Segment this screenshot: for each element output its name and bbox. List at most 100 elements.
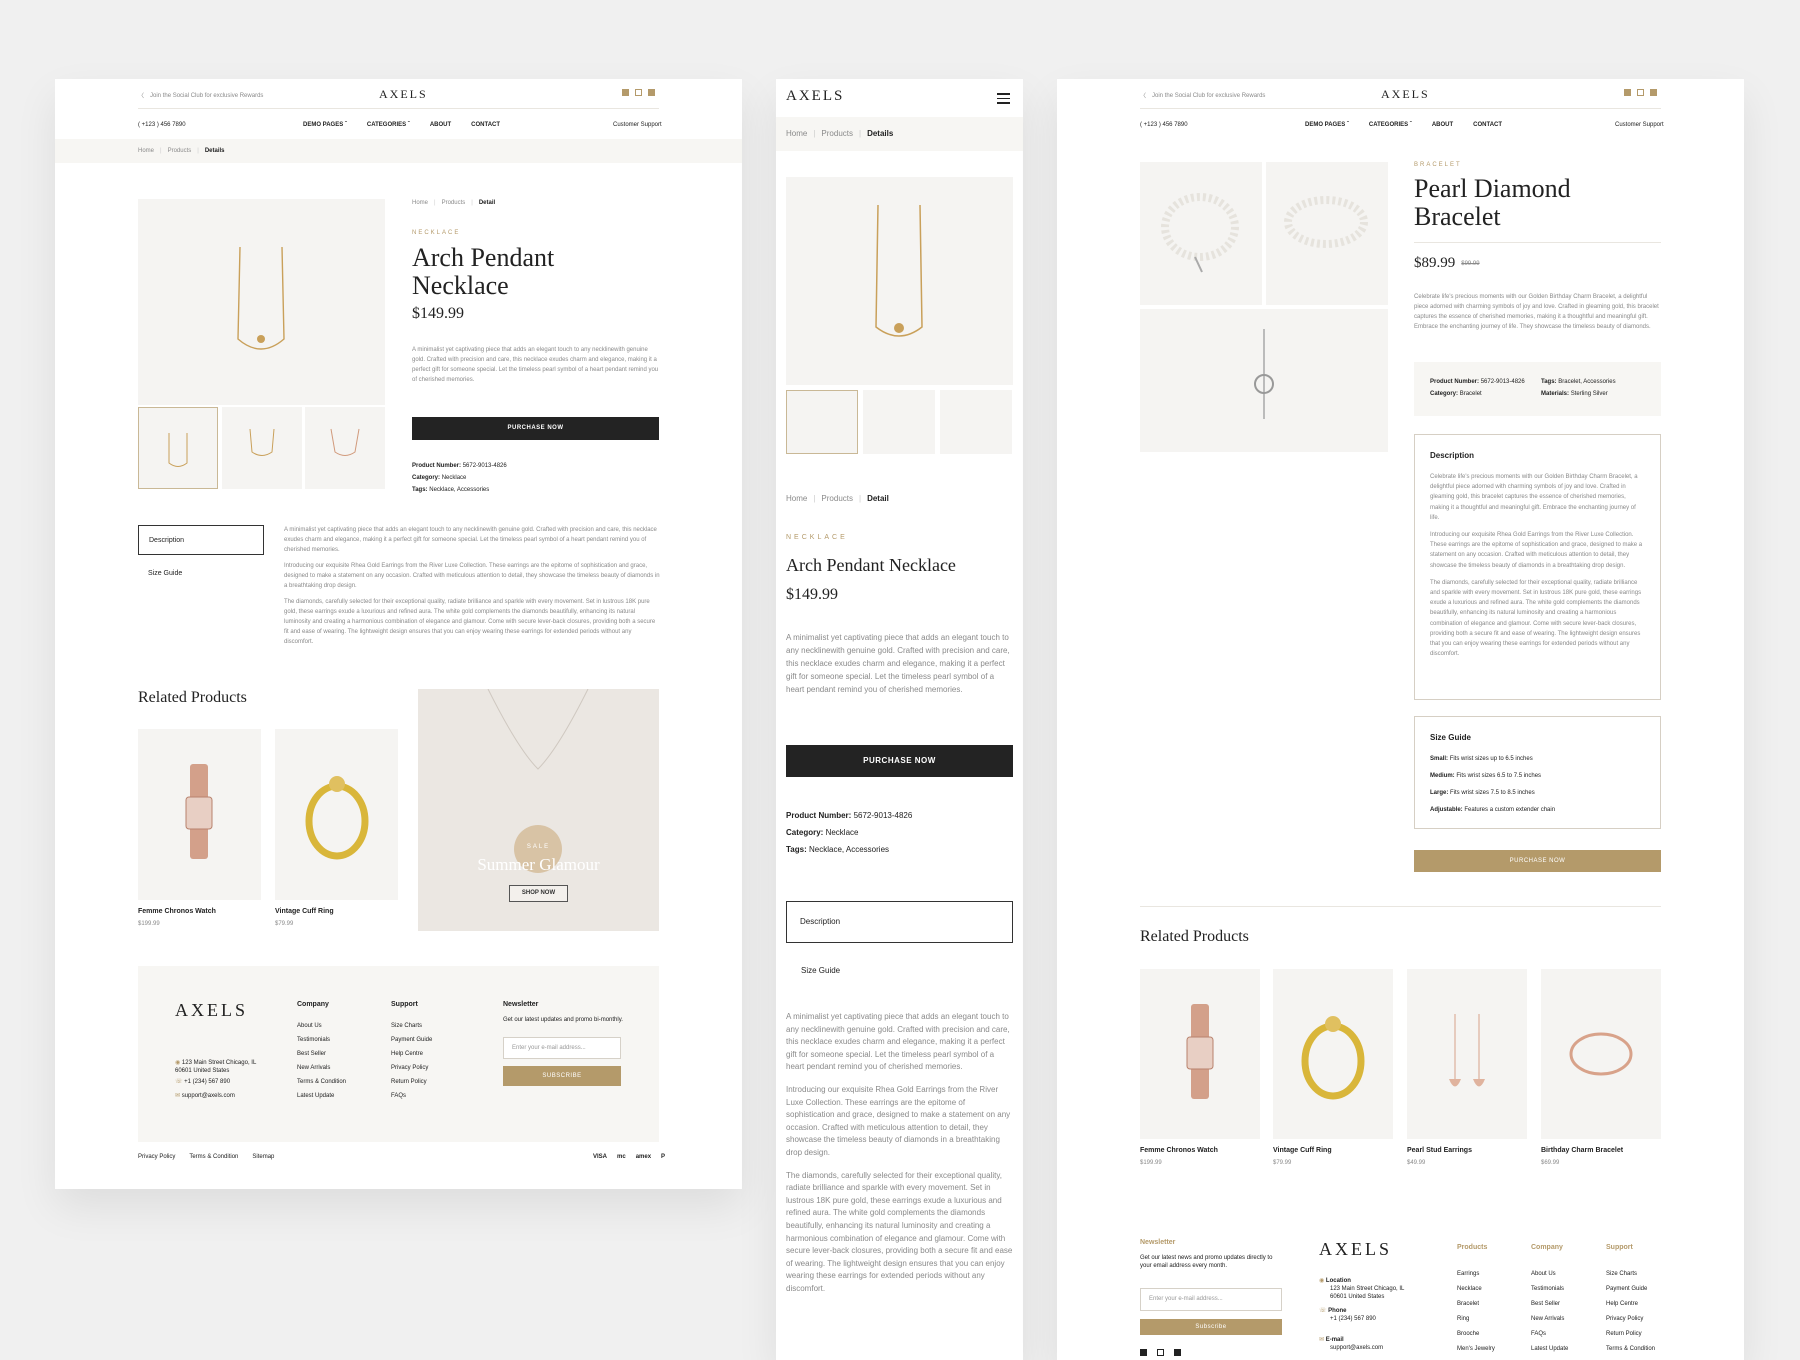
nav-categories[interactable]: CATEGORIES ˇ xyxy=(367,122,410,128)
footer-link[interactable]: Best Seller xyxy=(297,1047,346,1061)
footer-link[interactable]: FAQs xyxy=(391,1089,432,1103)
tab-size-guide[interactable]: Size Guide xyxy=(148,570,182,577)
gallery-image-2[interactable] xyxy=(1266,162,1388,305)
product-name[interactable]: Vintage Cuff Ring xyxy=(275,908,334,915)
footer-link[interactable]: Help Centre xyxy=(391,1047,432,1061)
sitemap-link[interactable]: Sitemap xyxy=(252,1154,274,1160)
facebook-icon[interactable] xyxy=(1650,89,1657,96)
footer-link[interactable]: New Arrivals xyxy=(297,1061,346,1075)
product-name[interactable]: Birthday Charm Bracelet xyxy=(1541,1147,1623,1154)
subscribe-button[interactable]: Subscribe xyxy=(1140,1319,1282,1335)
footer-link[interactable]: Ring xyxy=(1457,1312,1495,1327)
facebook-icon[interactable] xyxy=(1174,1349,1181,1356)
related-product-card[interactable] xyxy=(1407,969,1527,1139)
related-product-card[interactable] xyxy=(1273,969,1393,1139)
nav-contact[interactable]: CONTACT xyxy=(1473,122,1502,128)
instagram-icon[interactable] xyxy=(1637,89,1644,96)
promo-bar[interactable]: 〈 Join the Social Club for exclusive Rew… xyxy=(1140,91,1265,101)
product-name[interactable]: Femme Chronos Watch xyxy=(1140,1147,1218,1154)
tab-size-guide[interactable]: Size Guide xyxy=(801,966,840,975)
footer-link[interactable]: Testimonials xyxy=(297,1033,346,1047)
footer-link[interactable]: Best Seller xyxy=(1531,1297,1568,1312)
footer-link[interactable]: New Arrivals xyxy=(1531,1312,1568,1327)
nav-categories[interactable]: CATEGORIES ˇ xyxy=(1369,122,1412,128)
main-product-image[interactable] xyxy=(786,177,1013,385)
instagram-icon[interactable] xyxy=(635,89,642,96)
thumbnail-2[interactable] xyxy=(222,407,302,489)
footer-link[interactable]: Help Centre xyxy=(1606,1297,1655,1312)
footer-link[interactable]: Privacy Policy xyxy=(391,1061,432,1075)
footer-link[interactable]: Terms & Condition xyxy=(1606,1342,1655,1357)
footer-link[interactable]: Latest Update xyxy=(1531,1342,1568,1357)
brand-logo[interactable]: AXELS xyxy=(379,87,428,102)
brand-logo[interactable]: AXELS xyxy=(1381,87,1430,102)
related-product-card[interactable] xyxy=(1541,969,1661,1139)
footer-logo[interactable]: AXELS xyxy=(175,1000,248,1021)
footer-link[interactable]: Earrings xyxy=(1457,1267,1495,1282)
tab-description[interactable]: Description xyxy=(786,901,1013,943)
footer-link[interactable]: About Us xyxy=(297,1019,346,1033)
nav-contact[interactable]: CONTACT xyxy=(471,122,500,128)
privacy-link[interactable]: Privacy Policy xyxy=(138,1154,175,1160)
crumb-products[interactable]: Products xyxy=(821,494,853,503)
related-product-card[interactable] xyxy=(1140,969,1260,1139)
crumb-home[interactable]: Home xyxy=(786,494,807,503)
crumb-home[interactable]: Home xyxy=(786,129,807,138)
promo-bar[interactable]: 〈 Join the Social Club for exclusive Rew… xyxy=(138,91,263,101)
nav-demo-pages[interactable]: DEMO PAGES ˇ xyxy=(303,122,347,128)
footer-link[interactable]: Size Charts xyxy=(391,1019,432,1033)
instagram-icon[interactable] xyxy=(1157,1349,1164,1356)
newsletter-email-input[interactable]: Enter your e-mail address... xyxy=(503,1037,621,1059)
thumbnail-2[interactable] xyxy=(863,390,935,454)
x-icon[interactable] xyxy=(1140,1349,1147,1356)
thumbnail-3[interactable] xyxy=(305,407,385,489)
x-icon[interactable] xyxy=(1624,89,1631,96)
hamburger-menu-icon[interactable] xyxy=(997,93,1010,104)
footer-link[interactable]: Size Charts xyxy=(1606,1267,1655,1282)
footer-link[interactable]: Terms & Condition xyxy=(297,1075,346,1089)
footer-link[interactable]: Payment Guide xyxy=(1606,1282,1655,1297)
footer-logo[interactable]: AXELS xyxy=(1319,1239,1392,1260)
footer-link[interactable]: Return Policy xyxy=(1606,1327,1655,1342)
footer-link[interactable]: Privacy Policy xyxy=(1606,1312,1655,1327)
customer-support-link[interactable]: Customer Support xyxy=(613,122,662,128)
thumbnail-3[interactable] xyxy=(940,390,1012,454)
shop-now-button[interactable]: SHOP NOW xyxy=(509,885,568,902)
brand-logo[interactable]: AXELS xyxy=(786,88,844,105)
crumb-products[interactable]: Products xyxy=(442,200,466,206)
thumbnail-1[interactable] xyxy=(786,390,858,454)
footer-link[interactable]: FAQs xyxy=(1531,1327,1568,1342)
related-product-card[interactable] xyxy=(275,729,398,900)
purchase-button[interactable]: PURCHASE NOW xyxy=(1414,850,1661,872)
gallery-image-1[interactable] xyxy=(1140,162,1262,305)
thumbnail-1[interactable] xyxy=(138,407,218,489)
footer-link[interactable]: About Us xyxy=(1531,1267,1568,1282)
newsletter-email-input[interactable]: Enter your e-mail address... xyxy=(1140,1288,1282,1311)
customer-support-link[interactable]: Customer Support xyxy=(1615,122,1664,128)
crumb-home[interactable]: Home xyxy=(412,200,428,206)
subscribe-button[interactable]: SUBSCRIBE xyxy=(503,1066,621,1086)
product-name[interactable]: Femme Chronos Watch xyxy=(138,908,216,915)
purchase-button[interactable]: PURCHASE NOW xyxy=(412,417,659,440)
promo-banner[interactable]: SALE Summer Glamour SHOP NOW xyxy=(418,689,659,931)
gallery-image-3[interactable] xyxy=(1140,309,1388,452)
footer-link[interactable]: Testimonials xyxy=(1531,1282,1568,1297)
crumb-home[interactable]: Home xyxy=(138,148,154,154)
nav-about[interactable]: ABOUT xyxy=(1432,122,1453,128)
product-name[interactable]: Pearl Stud Earrings xyxy=(1407,1147,1472,1154)
x-icon[interactable] xyxy=(622,89,629,96)
product-name[interactable]: Vintage Cuff Ring xyxy=(1273,1147,1332,1154)
nav-about[interactable]: ABOUT xyxy=(430,122,451,128)
facebook-icon[interactable] xyxy=(648,89,655,96)
footer-link[interactable]: Return Policy xyxy=(391,1075,432,1089)
footer-link[interactable]: Payment Guide xyxy=(391,1033,432,1047)
tab-description[interactable]: Description xyxy=(138,525,264,555)
crumb-products[interactable]: Products xyxy=(821,129,853,138)
footer-link[interactable]: Necklace xyxy=(1457,1282,1495,1297)
purchase-button[interactable]: PURCHASE NOW xyxy=(786,745,1013,777)
main-product-image[interactable] xyxy=(138,199,385,405)
footer-link[interactable]: Brooche xyxy=(1457,1327,1495,1342)
footer-link[interactable]: Bracelet xyxy=(1457,1297,1495,1312)
terms-link[interactable]: Terms & Condition xyxy=(189,1154,238,1160)
crumb-products[interactable]: Products xyxy=(168,148,192,154)
